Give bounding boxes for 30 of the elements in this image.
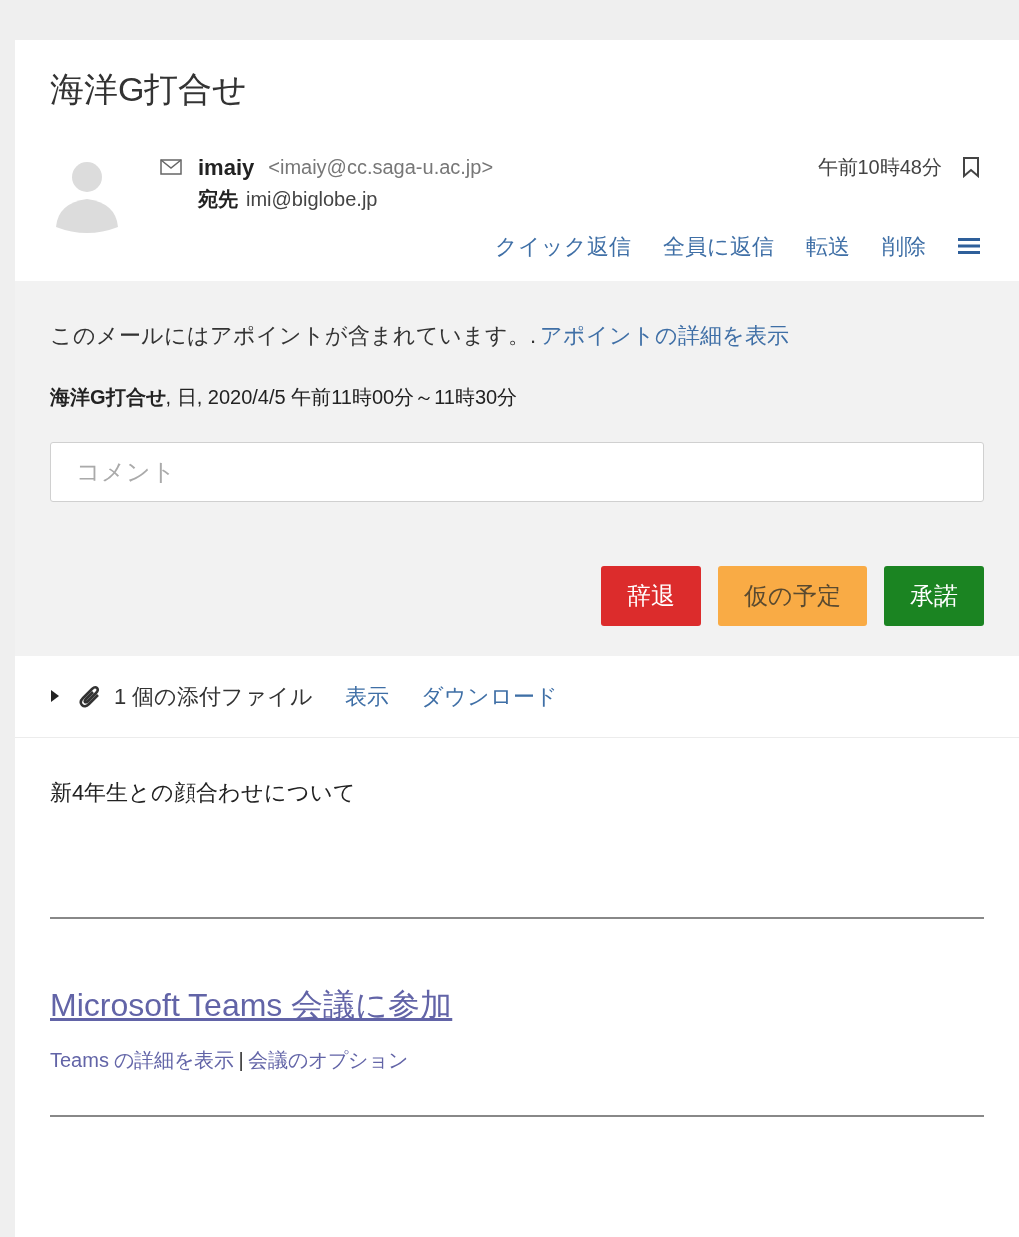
- appointment-details-link[interactable]: アポイントの詳細を表示: [540, 322, 790, 348]
- response-button[interactable]: 承諾: [884, 565, 984, 626]
- invitation-notice: このメールにはアポイントが含まれています。. アポイントの詳細を表示: [50, 321, 791, 350]
- action-link[interactable]: 転送: [806, 229, 850, 263]
- attachment-link[interactable]: 表示: [345, 679, 390, 713]
- response-button[interactable]: 仮の予定: [718, 565, 867, 626]
- menu-icon[interactable]: [958, 237, 980, 255]
- sender-email: <imaiy@cc.saga-u.ac.jp>: [268, 155, 494, 180]
- teams-join-link[interactable]: Microsoft Teams 会議に参加: [50, 980, 453, 1029]
- to-label: 宛先: [198, 186, 238, 212]
- expand-triangle-icon[interactable]: [50, 690, 60, 702]
- envelope-icon: [160, 159, 182, 175]
- received-time: 午前10時48分: [817, 155, 942, 180]
- paperclip-icon: [78, 683, 102, 709]
- recipient-email: imi@biglobe.jp: [246, 186, 378, 212]
- sender-name: imaiy: [198, 153, 255, 182]
- attachment-link[interactable]: ダウンロード: [421, 679, 559, 713]
- action-link[interactable]: 全員に返信: [663, 229, 774, 263]
- comment-field[interactable]: コメント: [50, 441, 984, 502]
- body-text: 新4年生との顔合わせについて: [50, 778, 358, 807]
- attachment-count: 1 個の添付ファイル: [114, 682, 314, 711]
- meeting-options-link[interactable]: 会議のオプション: [247, 1044, 408, 1075]
- bookmark-icon[interactable]: [962, 156, 980, 178]
- action-link[interactable]: クイック返信: [495, 229, 631, 263]
- action-link[interactable]: 削除: [882, 229, 926, 263]
- response-button[interactable]: 辞退: [601, 565, 701, 626]
- appointment-summary: 海洋G打合せ, 日, 2020/4/5 午前11時00分～11時30分: [50, 384, 519, 410]
- link-separator: |: [238, 1047, 244, 1073]
- email-subject: 海洋G打合せ: [50, 69, 249, 110]
- teams-details-link[interactable]: Teams の詳細を表示: [50, 1044, 235, 1075]
